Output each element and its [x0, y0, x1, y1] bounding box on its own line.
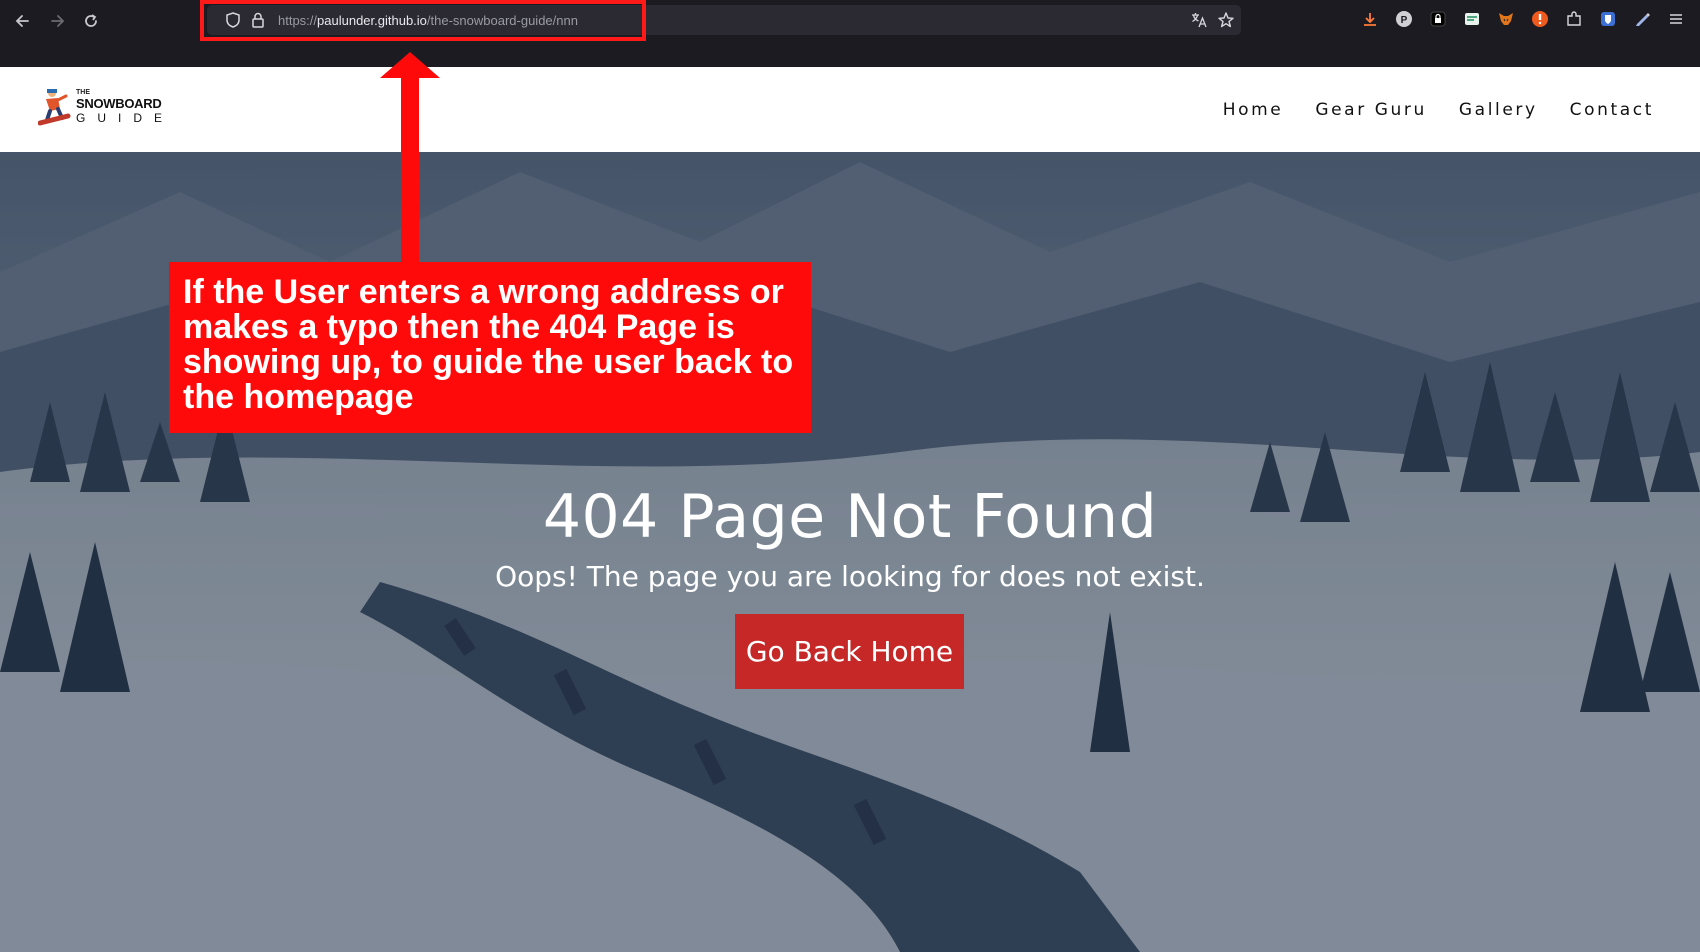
bookmark-star-icon[interactable]: [1217, 11, 1235, 29]
site-header: THE SNOWBOARD GUIDE Home Gear Guru Galle…: [0, 67, 1700, 152]
svg-text:P: P: [1401, 15, 1408, 26]
error-title: 404 Page Not Found: [542, 482, 1158, 552]
extension-card-icon[interactable]: [1463, 10, 1481, 28]
logo-the-text: THE: [76, 89, 90, 96]
snowboarder-icon: [38, 89, 71, 126]
annotation-text: If the User enters a wrong address or ma…: [183, 273, 794, 416]
extensions-puzzle-icon[interactable]: [1565, 10, 1583, 28]
forward-arrow-icon[interactable]: [46, 10, 68, 32]
menu-hamburger-icon[interactable]: [1667, 10, 1685, 28]
pen-tool-icon[interactable]: [1633, 10, 1651, 28]
annotation-callout: If the User enters a wrong address or ma…: [169, 262, 811, 433]
bitwarden-shield-icon[interactable]: [1599, 10, 1617, 28]
password-manager-icon[interactable]: [1429, 10, 1447, 28]
extension-orange-icon[interactable]: [1531, 10, 1549, 28]
logo-snowboard-text: SNOWBOARD: [76, 96, 162, 111]
logo-guide-text: GUIDE: [76, 111, 175, 125]
error-subtitle: Oops! The page you are looking for does …: [495, 560, 1205, 593]
go-back-home-button[interactable]: Go Back Home: [735, 614, 964, 689]
nav-home-link[interactable]: Home: [1223, 100, 1284, 120]
main-nav: Home Gear Guru Gallery Contact: [1223, 100, 1654, 120]
metamask-fox-icon[interactable]: [1497, 10, 1515, 28]
nav-gear-guru-link[interactable]: Gear Guru: [1315, 100, 1427, 120]
site-logo[interactable]: THE SNOWBOARD GUIDE: [38, 87, 168, 133]
extension-p-icon[interactable]: P: [1395, 10, 1413, 28]
nav-contact-link[interactable]: Contact: [1570, 100, 1654, 120]
nav-gallery-link[interactable]: Gallery: [1459, 100, 1538, 120]
translate-icon[interactable]: [1190, 11, 1208, 29]
annotation-arrow-icon: [380, 52, 440, 268]
back-arrow-icon[interactable]: [12, 10, 34, 32]
reload-icon[interactable]: [80, 10, 102, 32]
download-icon[interactable]: [1361, 10, 1379, 28]
url-highlight-box: [200, 0, 646, 41]
